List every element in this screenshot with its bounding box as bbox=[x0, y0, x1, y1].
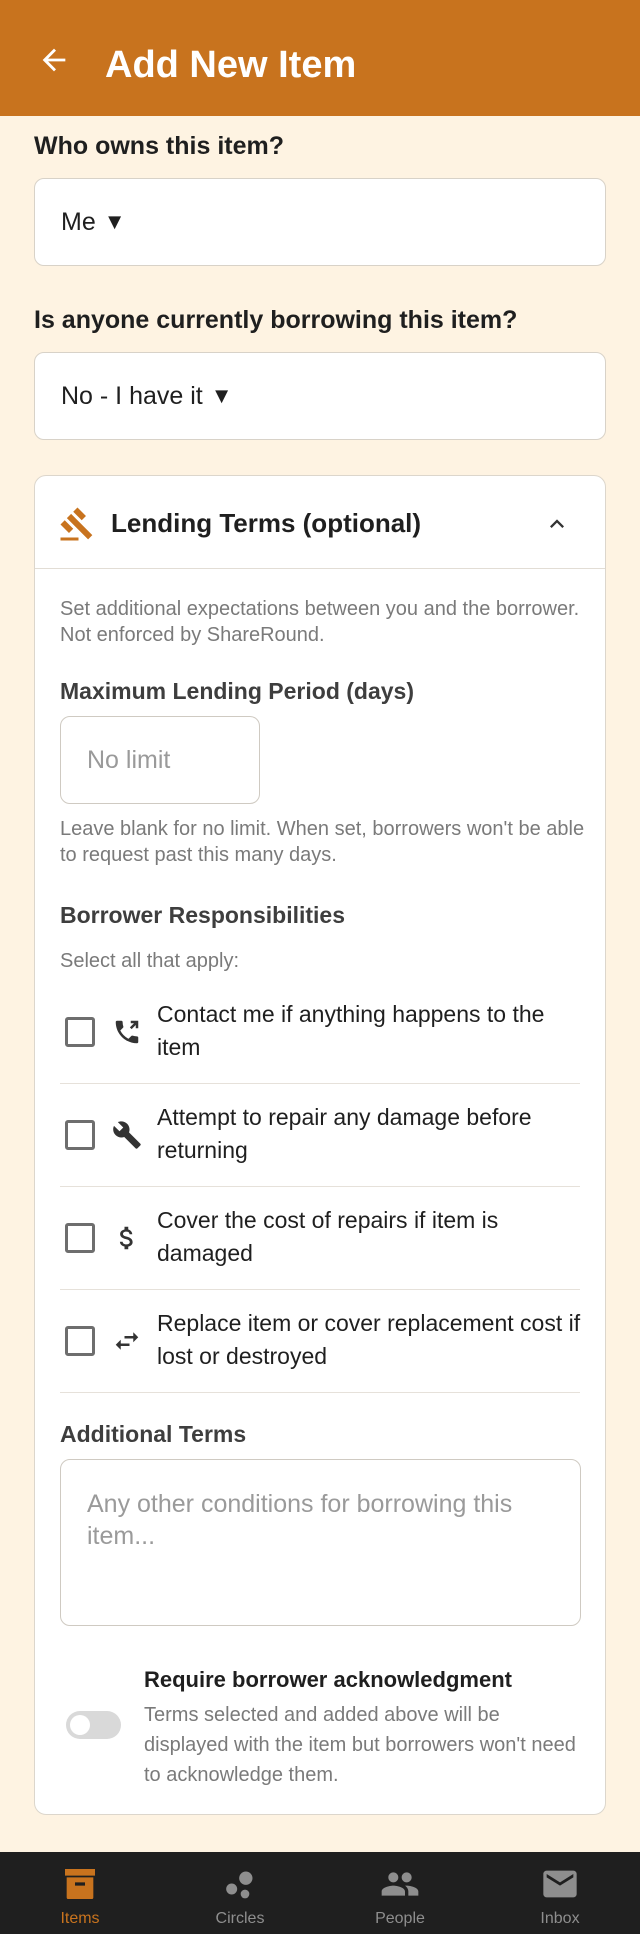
owner-label: Who owns this item? bbox=[34, 132, 284, 160]
acknowledgment-title: Require borrower acknowledgment bbox=[144, 1667, 512, 1692]
responsibility-text: Cover the cost of repairs if item is dam… bbox=[157, 1207, 499, 1266]
nav-label-items: Items bbox=[60, 1910, 100, 1927]
box-icon bbox=[65, 1869, 95, 1899]
max-period-label: Maximum Lending Period (days) bbox=[60, 678, 414, 704]
max-period-hint: Leave blank for no limit. When set, borr… bbox=[60, 818, 585, 866]
people-icon bbox=[381, 1872, 419, 1896]
nav-label-inbox: Inbox bbox=[540, 1910, 580, 1927]
responsibility-checkbox[interactable] bbox=[65, 1120, 95, 1150]
lending-terms-title: Lending Terms (optional) bbox=[111, 508, 422, 538]
additional-terms-input[interactable] bbox=[60, 1459, 581, 1626]
nav-label-people: People bbox=[375, 1910, 425, 1927]
responsibilities-label: Borrower Responsibilities bbox=[60, 902, 346, 928]
responsibility-item[interactable]: Cover the cost of repairs if item is dam… bbox=[60, 1187, 580, 1290]
responsibility-item[interactable]: Contact me if anything happens to the it… bbox=[60, 981, 580, 1084]
chevron-up-icon[interactable] bbox=[543, 510, 571, 538]
responsibility-item[interactable]: Replace item or cover replacement cost i… bbox=[60, 1290, 580, 1393]
nav-label-circles: Circles bbox=[215, 1910, 265, 1927]
borrowing-label: Is anyone currently borrowing this item? bbox=[34, 306, 518, 334]
lending-terms-header[interactable]: Lending Terms (optional) bbox=[35, 476, 605, 569]
phone-icon bbox=[115, 1020, 139, 1044]
gavel-icon bbox=[60, 507, 93, 541]
responsibility-text: Attempt to repair any damage before retu… bbox=[157, 1104, 532, 1163]
lending-terms-description: Set additional expectations between you … bbox=[60, 598, 580, 646]
mail-icon bbox=[543, 1870, 577, 1898]
responsibility-checkbox[interactable] bbox=[65, 1017, 95, 1047]
nav-item-inbox[interactable]: Inbox bbox=[480, 1852, 640, 1934]
nav-item-circles[interactable]: Circles bbox=[160, 1852, 320, 1934]
responsibility-checkbox[interactable] bbox=[65, 1326, 95, 1356]
borrowing-select[interactable]: No - I have it ▼ bbox=[34, 352, 606, 440]
responsibility-text: Replace item or cover replacement cost i… bbox=[157, 1310, 581, 1369]
responsibility-item[interactable]: Attempt to repair any damage before retu… bbox=[60, 1084, 580, 1187]
lending-terms-card: Lending Terms (optional) Set additional … bbox=[34, 475, 606, 1815]
owner-value: Me bbox=[61, 207, 96, 236]
acknowledgment-toggle[interactable] bbox=[66, 1711, 121, 1739]
app-header: Add New Item bbox=[0, 0, 640, 116]
additional-terms-label: Additional Terms bbox=[60, 1421, 247, 1447]
borrowing-value: No - I have it bbox=[61, 381, 203, 410]
max-period-input[interactable] bbox=[60, 716, 260, 804]
responsibilities-sublabel: Select all that apply: bbox=[60, 950, 239, 972]
responsibility-checkbox[interactable] bbox=[65, 1223, 95, 1253]
bottom-nav: Items Circles People Inbox bbox=[0, 1852, 640, 1934]
acknowledgment-description: Terms selected and added above will be d… bbox=[144, 1704, 576, 1786]
dollar-icon bbox=[119, 1226, 133, 1250]
toggle-knob bbox=[70, 1715, 90, 1735]
page-title: Add New Item bbox=[105, 44, 357, 86]
nav-item-people[interactable]: People bbox=[320, 1852, 480, 1934]
back-button[interactable] bbox=[34, 40, 74, 80]
dropdown-arrow-icon: ▼ bbox=[103, 209, 126, 234]
arrow-left-icon bbox=[42, 48, 66, 72]
nav-item-items[interactable]: Items bbox=[0, 1852, 160, 1934]
responsibility-text: Contact me if anything happens to the it… bbox=[157, 1001, 545, 1060]
swap-icon bbox=[115, 1332, 139, 1350]
dropdown-arrow-icon: ▼ bbox=[210, 383, 233, 408]
owner-select[interactable]: Me ▼ bbox=[34, 178, 606, 266]
wrench-icon bbox=[113, 1121, 141, 1149]
circles-icon bbox=[226, 1871, 253, 1899]
